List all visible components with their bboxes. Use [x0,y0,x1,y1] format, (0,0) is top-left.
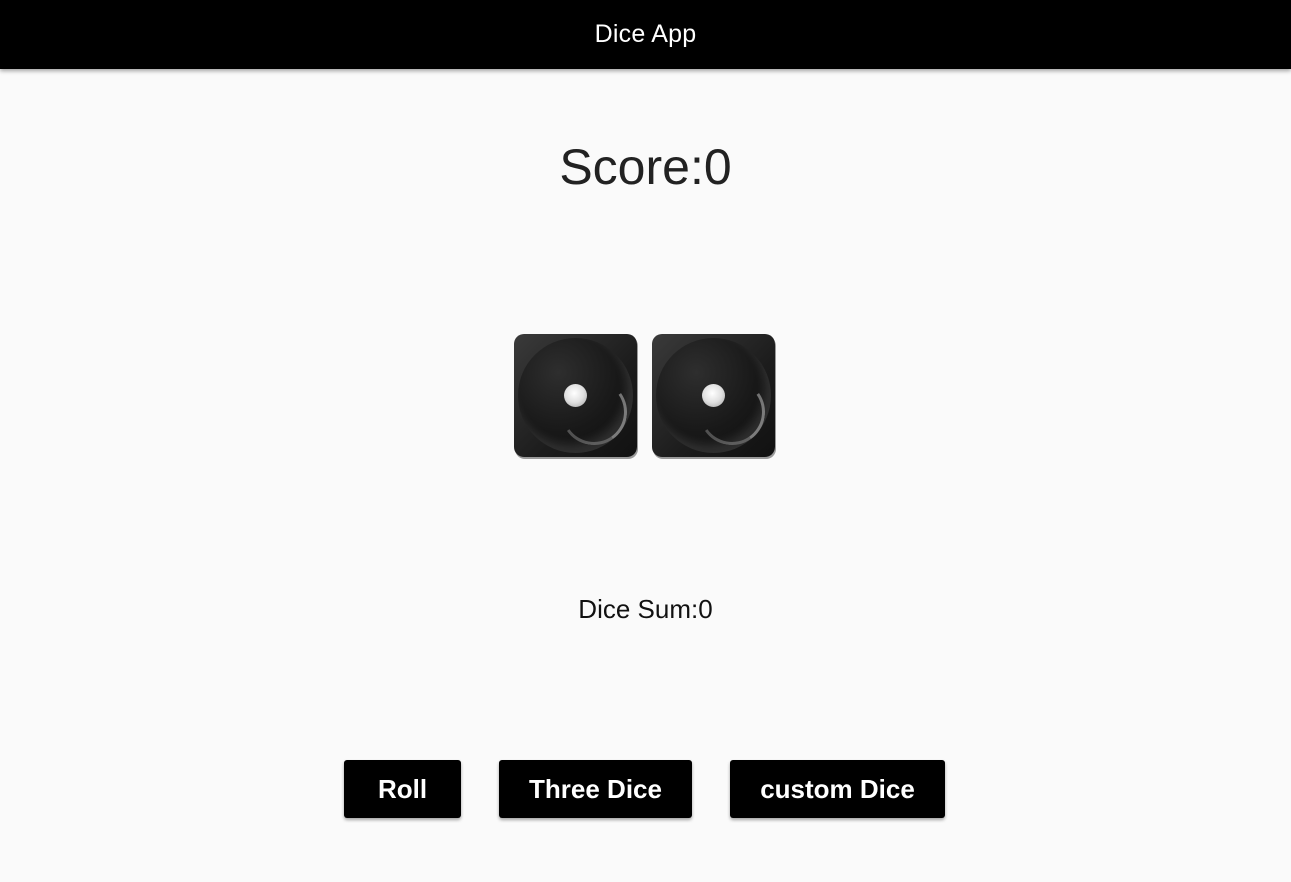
roll-button[interactable]: Roll [344,760,461,818]
die-pip [702,384,725,407]
dice-row [514,334,775,457]
score-label: Score:0 [559,139,732,195]
die-pip [564,384,587,407]
dice-sum-label: Dice Sum:0 [578,594,713,624]
three-dice-button[interactable]: Three Dice [499,760,692,818]
app-bar: Dice App [0,0,1291,69]
die-2 [652,334,775,457]
die-1 [514,334,637,457]
app-title: Dice App [594,20,697,48]
custom-dice-button[interactable]: custom Dice [730,760,945,818]
